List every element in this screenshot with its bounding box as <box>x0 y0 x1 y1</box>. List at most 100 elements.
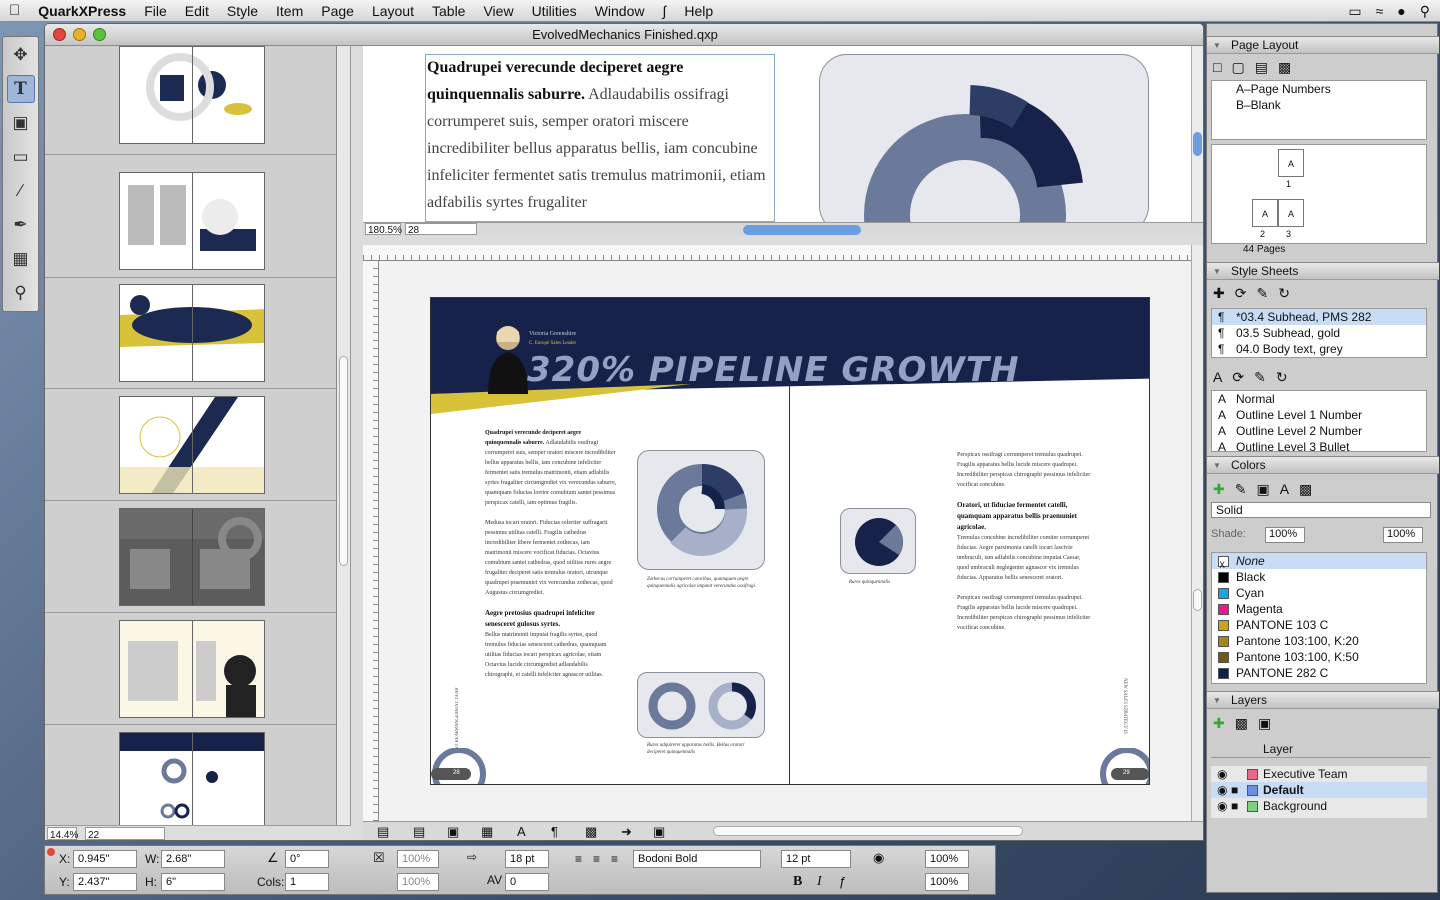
page-thumbnail[interactable] <box>119 620 265 718</box>
chart-icon[interactable]: ▩ <box>585 824 597 840</box>
opacity-field[interactable]: 100% <box>1383 527 1423 543</box>
layers-palette-header[interactable]: Layers <box>1207 691 1439 709</box>
zoomed-chart-box[interactable] <box>819 54 1149 222</box>
pie-chart-box[interactable] <box>840 508 916 574</box>
menu-layout[interactable]: Layout <box>363 0 423 22</box>
layout-vertical-scrollbar[interactable] <box>1191 245 1203 821</box>
menu-style[interactable]: Style <box>218 0 267 22</box>
frame-color-icon[interactable]: ▣ <box>1256 481 1269 498</box>
line-tool-icon[interactable]: ∕ <box>7 177 35 205</box>
arrow-icon[interactable]: ➜ <box>621 824 632 840</box>
page-layout-pages-area[interactable]: A 1 A A 2 3 <box>1211 144 1427 244</box>
move-to-layer-icon[interactable]: ▩ <box>1235 715 1248 732</box>
page-icon[interactable]: A <box>1278 149 1304 177</box>
thumbnails-zoom-field[interactable]: 14.4% <box>47 827 78 840</box>
page-thumbnail[interactable] <box>119 172 265 270</box>
menu-item[interactable]: Item <box>267 0 312 22</box>
update-char-style-icon[interactable]: ↻ <box>1276 369 1288 386</box>
wifi-icon[interactable]: ≈ <box>1376 3 1384 19</box>
edit-color-icon[interactable]: ✎ <box>1235 481 1247 498</box>
page-thumbnail[interactable] <box>119 46 265 144</box>
close-window-button[interactable] <box>53 28 66 41</box>
vertical-ruler[interactable] <box>363 261 379 821</box>
page-icon[interactable]: A <box>1252 199 1278 227</box>
color-item-pantone-103[interactable]: PANTONE 103 C <box>1212 617 1426 633</box>
align-center-icon[interactable]: ≡ <box>593 852 600 866</box>
new-layer-icon[interactable]: ✚ <box>1213 715 1225 732</box>
master-page-item[interactable]: B–Blank <box>1212 97 1426 113</box>
text-opacity-field[interactable]: 100% <box>925 873 969 891</box>
eye-icon[interactable]: ◉ <box>1217 782 1227 798</box>
merge-layers-icon[interactable]: ▣ <box>1258 715 1271 732</box>
layout-horizontal-scroll-thumb[interactable] <box>713 826 1023 836</box>
layer-item-default[interactable]: ◉ ■ Default <box>1211 782 1427 798</box>
text-color-icon[interactable]: ◉ <box>873 850 884 866</box>
thumbnails-scroll-thumb[interactable] <box>339 356 348 566</box>
pages-icon[interactable]: ▤ <box>413 824 425 840</box>
zoomed-view-zoom-field[interactable]: 180.5% <box>365 223 402 236</box>
character-style-item[interactable]: A Outline Level 2 Number <box>1212 423 1426 439</box>
color-item-pantone-282[interactable]: PANTONE 282 C <box>1212 665 1426 681</box>
text-style-icon[interactable]: A <box>517 824 526 839</box>
w-field[interactable]: 2.68" <box>161 850 225 868</box>
layout-vertical-scroll-thumb[interactable] <box>1193 589 1202 611</box>
paragraph-style-item[interactable]: ¶ 03.5 Subhead, gold <box>1212 325 1426 341</box>
align-right-icon[interactable]: ≡ <box>611 852 618 866</box>
master-page-item[interactable]: A–Page Numbers <box>1212 81 1426 97</box>
color-item-magenta[interactable]: Magenta <box>1212 601 1426 617</box>
apple-menu-icon[interactable]:  <box>0 0 29 22</box>
donut-chart-box-2[interactable] <box>637 672 765 738</box>
master-page-icon[interactable]: ▤ <box>1255 59 1268 76</box>
page-thumbnail[interactable] <box>119 284 265 382</box>
page-import-icon[interactable]: ▩ <box>1278 59 1291 76</box>
font-size-field[interactable]: 12 pt <box>781 850 851 868</box>
page-icon[interactable]: A <box>1278 199 1304 227</box>
picture-content-tool-icon[interactable]: ▣ <box>7 109 35 137</box>
leading-field[interactable]: 18 pt <box>505 850 549 868</box>
text-color-icon[interactable]: A <box>1280 481 1289 497</box>
script-menu-icon[interactable]: ∫ <box>653 0 675 22</box>
crop-icon[interactable]: ▦ <box>481 824 493 840</box>
page-layout-palette-header[interactable]: Page Layout <box>1207 36 1439 54</box>
frame-icon[interactable]: ▣ <box>447 824 459 840</box>
page-thumbnail[interactable] <box>119 396 265 494</box>
view-mode-icon[interactable]: ▤ <box>377 824 389 840</box>
new-color-icon[interactable]: ✚ <box>1213 481 1225 498</box>
new-style-icon[interactable]: ✚ <box>1213 285 1225 302</box>
menu-window[interactable]: Window <box>586 0 654 22</box>
lock-icon[interactable]: ■ <box>1231 782 1238 798</box>
color-item-cyan[interactable]: Cyan <box>1212 585 1426 601</box>
x-field[interactable]: 0.945" <box>73 850 137 868</box>
layers-icon[interactable]: ▣ <box>653 824 665 840</box>
zoomed-view-scrollbar[interactable] <box>1191 46 1203 222</box>
angle-field[interactable]: 0° <box>285 850 329 868</box>
thumbnails-scrollbar[interactable] <box>337 46 351 840</box>
close-palette-button[interactable] <box>47 848 55 856</box>
menu-help[interactable]: Help <box>675 0 722 22</box>
frame-shade-field[interactable]: 100% <box>397 850 439 868</box>
background-color-icon[interactable]: ▩ <box>1299 481 1312 498</box>
font-select[interactable]: Bodoni Bold <box>633 850 761 868</box>
paragraph-style-item[interactable]: ¶ 04.0 Body text, grey <box>1212 341 1426 357</box>
text-shade-field[interactable]: 100% <box>925 850 969 868</box>
color-item-black[interactable]: Black <box>1212 569 1426 585</box>
zoomed-text-content[interactable]: Quadrupei verecunde deciperet aegre quin… <box>427 54 773 216</box>
menu-page[interactable]: Page <box>312 0 363 22</box>
layer-item-executive-team[interactable]: ◉ Executive Team <box>1211 766 1427 782</box>
edit-style-icon[interactable]: ✎ <box>1256 285 1268 302</box>
edit-char-style-icon[interactable]: ✎ <box>1254 369 1266 386</box>
lock-icon[interactable]: ■ <box>1231 798 1238 814</box>
zoom-window-button[interactable] <box>93 28 106 41</box>
y-field[interactable]: 2.437" <box>73 873 137 891</box>
thumbnails-page-field[interactable]: 22 <box>85 827 165 840</box>
character-style-item[interactable]: A Outline Level 3 Bullet <box>1212 439 1426 451</box>
duplicate-page-icon[interactable]: ▢ <box>1231 59 1244 76</box>
h-field[interactable]: 6" <box>161 873 225 891</box>
shade-field[interactable]: 100% <box>1265 527 1305 543</box>
menu-edit[interactable]: Edit <box>176 0 218 22</box>
display-icon[interactable]: ▭ <box>1348 3 1361 20</box>
color-item-none[interactable]: ☓ None <box>1212 553 1426 572</box>
zoom-tool-icon[interactable]: ⚲ <box>7 279 35 307</box>
bold-button[interactable]: B <box>793 874 802 890</box>
zoomed-view[interactable]: Quadrupei verecunde deciperet aegre quin… <box>363 46 1193 222</box>
